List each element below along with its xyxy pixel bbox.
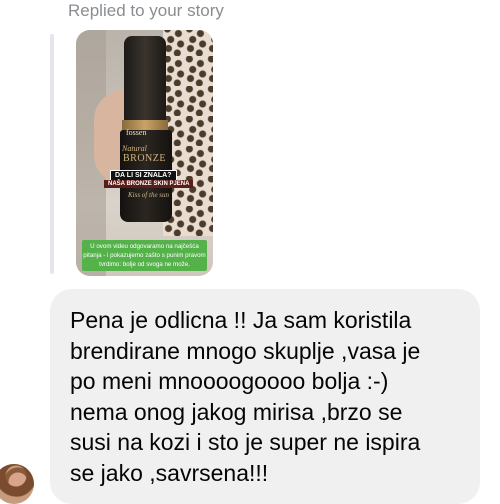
story-subheadline: NAŠA BRONZE SKIN PJENA [104,180,194,188]
message-text: Pena je odlicna !! Ja sam koristila bren… [70,307,421,486]
product-brand: fossen [126,128,147,137]
story-caption: U ovom videu odgovaramo na najčešća pita… [82,240,207,271]
product-line-natural: Natural [122,144,147,153]
sender-avatar[interactable] [0,464,34,504]
reply-quote-bar [50,34,54,274]
product-line-bronze: BRONZE [123,153,166,164]
story-thumbnail[interactable]: fossen Natural BRONZE DA LI SI ZNALA? NA… [76,30,213,276]
user-avatar-icon [0,464,34,504]
replied-to-story-label: Replied to your story [68,1,224,20]
product-script-text: Kiss of the sun [128,191,170,199]
bottle-cap [124,36,166,122]
